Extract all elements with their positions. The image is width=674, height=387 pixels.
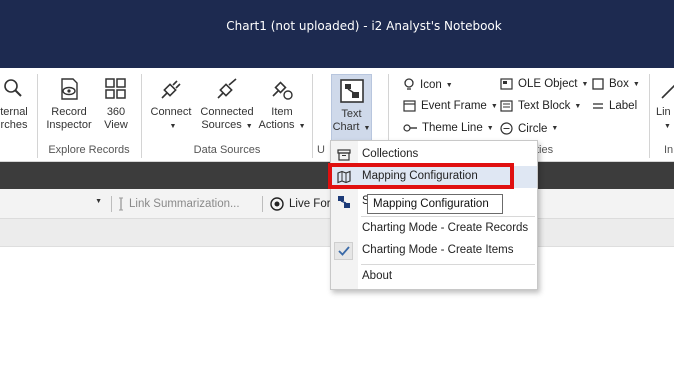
partial-group-label-in: In xyxy=(664,144,674,156)
toolbar-separator xyxy=(262,196,263,212)
menu-item-charting-mode-create-records[interactable]: Charting Mode - Create Records xyxy=(331,218,537,240)
plug-icon xyxy=(161,80,181,99)
ole-object-button[interactable]: OLE Object ▼ xyxy=(500,78,588,90)
dropdown-caret-icon: ▼ xyxy=(551,125,559,132)
menu-item-charting-mode-create-items[interactable]: Charting Mode - Create Items xyxy=(331,240,537,262)
lightbulb-icon xyxy=(404,78,414,90)
connected-sources-button[interactable]: Connected Sources ▼ xyxy=(197,76,257,133)
dropdown-caret-icon: ▼ xyxy=(664,123,671,130)
group-separator xyxy=(649,74,650,158)
dropdown-caret-icon: ▼ xyxy=(574,102,582,110)
item-actions-button[interactable]: Item Actions ▼ xyxy=(257,76,307,133)
partial-group-label: U xyxy=(317,144,325,156)
dropdown-caret-icon: ▼ xyxy=(486,124,494,132)
link-summarization-icon xyxy=(119,197,123,211)
box-button[interactable]: Box ▼ xyxy=(592,78,640,90)
menu-separator xyxy=(361,264,535,265)
group-separator xyxy=(312,74,313,158)
circle-button[interactable]: Circle ▼ xyxy=(500,122,558,135)
ole-object-icon xyxy=(500,78,513,90)
search-icon xyxy=(4,79,22,97)
window-title: Chart1 (not uploaded) - i2 Analyst's Not… xyxy=(226,19,502,33)
record-inspector-button[interactable]: Record Inspector xyxy=(42,76,96,132)
partial-link-button[interactable]: Lin ▼ xyxy=(656,76,674,133)
view-360-button[interactable]: 360 View xyxy=(100,76,132,132)
checkmark-icon xyxy=(338,246,350,256)
menu-item-about[interactable]: About xyxy=(331,266,537,288)
dropdown-caret-icon: ▼ xyxy=(169,123,177,130)
collections-icon xyxy=(337,149,351,161)
title-bar: Chart1 (not uploaded) - i2 Analyst's Not… xyxy=(0,0,674,68)
theme-line-icon xyxy=(403,124,417,132)
dropdown-caret-icon: ▼ xyxy=(245,123,253,130)
dropdown-caret-icon: ▼ xyxy=(490,102,498,110)
dropdown-caret-icon: ▼ xyxy=(632,80,640,88)
item-actions-icon xyxy=(272,81,293,100)
circle-shape-icon xyxy=(500,122,513,135)
data-sources-group-label: Data Sources xyxy=(193,144,261,156)
label-icon xyxy=(593,103,603,109)
grid-view-icon xyxy=(105,78,126,99)
theme-line-button[interactable]: Theme Line ▼ xyxy=(403,122,494,134)
dropdown-caret-icon: ▼ xyxy=(363,125,371,132)
dropdown-caret-icon: ▼ xyxy=(95,198,102,205)
text-block-icon xyxy=(500,100,513,112)
mapping-configuration-tooltip: Mapping Configuration xyxy=(367,194,503,214)
text-chart-button[interactable]: Text Chart ▼ xyxy=(331,74,372,142)
explore-records-group-label: Explore Records xyxy=(48,144,130,156)
target-icon xyxy=(270,197,284,211)
record-inspector-icon xyxy=(61,78,78,100)
partial-external-searches-button[interactable]: ternal rches xyxy=(0,76,34,132)
label-button[interactable]: Label xyxy=(592,100,637,112)
group-separator xyxy=(141,74,142,158)
link-summarization-button[interactable]: Link Summarization... xyxy=(118,197,240,211)
event-frame-button[interactable]: Event Frame ▼ xyxy=(403,100,498,112)
connect-button[interactable]: Connect ▼ xyxy=(148,76,194,133)
toolbar-separator xyxy=(111,196,112,212)
highlight-callout-box xyxy=(328,163,514,189)
text-chart-icon xyxy=(339,79,364,103)
menu-separator xyxy=(361,216,535,217)
group-separator xyxy=(37,74,38,158)
link-icon xyxy=(661,84,674,99)
event-frame-icon xyxy=(403,100,416,112)
partial-group-label-right: ties xyxy=(536,144,554,156)
box-shape-icon xyxy=(592,78,604,90)
schema-icon xyxy=(338,196,350,208)
connected-plug-icon xyxy=(217,78,237,99)
text-block-button[interactable]: Text Block ▼ xyxy=(500,100,581,112)
live-for-button[interactable]: Live For xyxy=(270,197,331,211)
dropdown-caret-icon: ▼ xyxy=(581,80,589,88)
partial-dropdown[interactable]: ▼ xyxy=(0,194,106,214)
dropdown-caret-icon: ▼ xyxy=(445,81,453,89)
icon-button[interactable]: Icon ▼ xyxy=(403,78,453,92)
dropdown-caret-icon: ▼ xyxy=(298,123,306,130)
